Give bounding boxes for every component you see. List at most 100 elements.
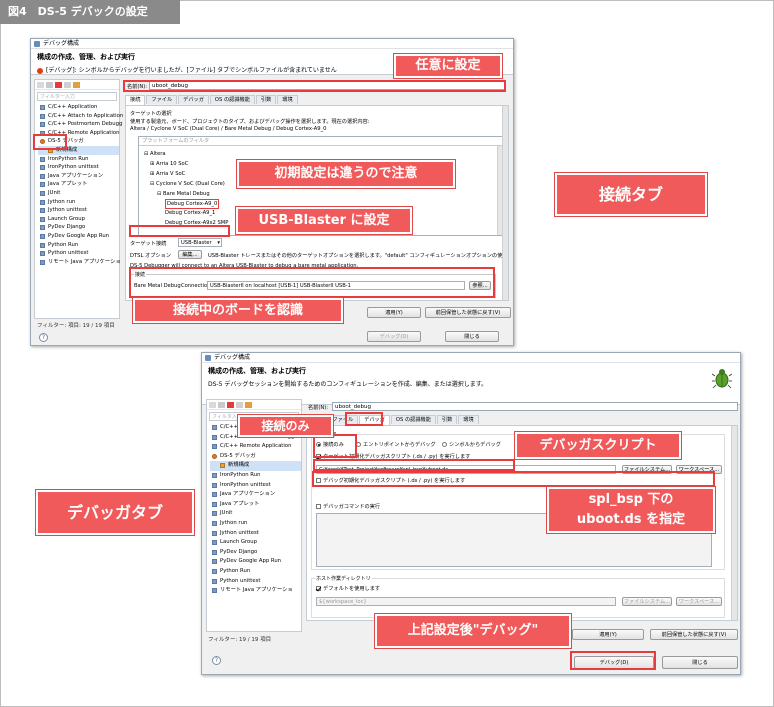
config-toolbar	[35, 80, 119, 90]
platform-node[interactable]: ⊟ Cyclone V SoC (Dual Core)	[150, 180, 225, 188]
platform-filter-input[interactable]: プラットフォームのフィルタ	[139, 137, 503, 146]
debugger-cmd-checkbox[interactable]: デバッガコマンドの実行	[316, 503, 380, 510]
host-workspace-button[interactable]: ワークスペース...	[676, 597, 722, 606]
tab-arguments[interactable]: 引数	[436, 415, 458, 424]
tab-environment[interactable]: 環境	[458, 415, 479, 424]
close-button[interactable]: 閉じる	[445, 331, 499, 342]
tree-item[interactable]: Jython unittest	[38, 206, 119, 215]
tree-item[interactable]: JUnit	[210, 509, 301, 519]
window-titlebar[interactable]: デバッグ構成	[31, 39, 513, 49]
help-icon[interactable]: ?	[39, 333, 48, 342]
tab-os-awareness[interactable]: OS の認識機能	[209, 95, 255, 104]
host-filesystem-button[interactable]: ファイルシステム...	[622, 597, 672, 606]
window-titlebar[interactable]: デバッグ構成	[202, 353, 740, 363]
name-input[interactable]: uboot_debug	[332, 402, 738, 411]
platform-node[interactable]: ⊞ Arria 10 SoC	[150, 160, 188, 168]
tree-item[interactable]: Jython run	[210, 519, 301, 529]
revert-button[interactable]: 前回保管した状態に戻す(V)	[650, 629, 738, 640]
config-tree: C/C++ Attach to Application C/C++ Postmo…	[207, 423, 301, 596]
tree-item[interactable]: JUnit	[38, 189, 119, 198]
tree-item[interactable]: Java アプレット	[38, 180, 119, 189]
collapse-icon[interactable]	[64, 82, 71, 88]
use-default-checkbox-box[interactable]	[316, 586, 321, 591]
tab-arguments[interactable]: 引数	[255, 95, 277, 104]
use-default-checkbox[interactable]: デフォルトを使用します	[316, 585, 380, 592]
filter-icon[interactable]	[73, 82, 80, 88]
tree-item[interactable]: リモート Java アプリケーショ	[210, 586, 301, 596]
callout-any-setting: 任意に設定	[394, 54, 502, 78]
tree-item[interactable]: Launch Group	[210, 538, 301, 548]
tab-os-awareness[interactable]: OS の認識機能	[390, 415, 436, 424]
duplicate-icon[interactable]	[218, 402, 225, 408]
python-icon	[212, 568, 217, 574]
revert-button[interactable]: 前回保管した状態に戻す(V)	[425, 307, 511, 318]
platform-node-selected[interactable]: Debug Cortex-A9_0	[165, 199, 220, 209]
tree-item[interactable]: C/C++ Postmortem Debugg	[38, 120, 122, 129]
tree-item[interactable]: PyDev Django	[210, 548, 301, 558]
callout-initial-differs: 初期設定は違うので注意	[237, 160, 455, 188]
tree-item[interactable]: Java アプリケーション	[38, 172, 119, 181]
debugger-cmd-checkbox-box[interactable]	[316, 504, 321, 509]
tab-environment[interactable]: 環境	[277, 95, 298, 104]
duplicate-icon[interactable]	[46, 82, 53, 88]
tree-item[interactable]: Jython unittest	[210, 529, 301, 539]
tree-item[interactable]: Python unittest	[210, 577, 301, 587]
apply-button[interactable]: 適用(Y)	[572, 629, 644, 640]
tree-item[interactable]: Python Run	[210, 567, 301, 577]
c-app-icon	[212, 434, 217, 440]
help-icon[interactable]: ?	[212, 656, 221, 665]
tree-item[interactable]: PyDev Google App Run	[210, 557, 301, 567]
tree-item[interactable]: PyDev Google App Run	[38, 232, 119, 241]
tree-item[interactable]: リモート Java アプリケーショ	[38, 258, 121, 267]
tree-item[interactable]: IronPython Run	[210, 471, 301, 481]
radio-entry-point[interactable]: エントリポイントからデバッグ	[356, 441, 436, 448]
new-config-icon[interactable]	[209, 402, 216, 408]
tree-item-ds5-debugger[interactable]: DS-5 デバッガ	[210, 452, 301, 462]
tree-item[interactable]: Java アプレット	[210, 500, 301, 510]
tree-item[interactable]: Jython run	[38, 198, 119, 207]
tree-item[interactable]: IronPython unittest	[210, 481, 301, 491]
delete-icon[interactable]	[227, 402, 234, 408]
filter-icon[interactable]	[245, 402, 252, 408]
target-connection-select[interactable]: USB-Blaster ▾	[178, 238, 222, 247]
tree-item[interactable]: Python unittest	[38, 249, 119, 258]
radio-symbol[interactable]: シンボルからデバッグ	[442, 441, 501, 448]
debug-button[interactable]: デバッグ(D)	[367, 331, 421, 342]
name-label: 名前(N):	[308, 405, 329, 411]
tab-debugger[interactable]: デバッガ	[178, 95, 209, 104]
tree-item[interactable]: Java アプリケーション	[210, 490, 301, 500]
platform-node[interactable]: ⊟ Bare Metal Debug	[157, 190, 210, 198]
radio-symbol-button[interactable]	[442, 442, 447, 447]
panel-scrollbar[interactable]	[502, 106, 508, 300]
delete-icon[interactable]	[55, 82, 62, 88]
platform-node[interactable]: ⊟ Altera	[144, 150, 166, 158]
bug-icon	[712, 369, 732, 389]
close-button[interactable]: 閉じる	[662, 656, 738, 669]
config-type-panel: フィルター入力 C/C++ Application C/C++ Attach t…	[34, 79, 123, 319]
platform-node[interactable]: ⊞ Arria V SoC	[150, 170, 185, 178]
tree-item-new-config[interactable]: 新規構成	[210, 461, 301, 471]
c-app-icon	[212, 425, 217, 430]
new-config-icon[interactable]	[37, 82, 44, 88]
panel-scrollbar[interactable]	[731, 426, 737, 620]
tree-item[interactable]: Launch Group	[38, 215, 119, 224]
tree-item[interactable]: IronPython Run	[38, 155, 119, 164]
target-group-title: ターゲットの選択	[130, 111, 172, 117]
java-icon	[40, 182, 45, 188]
tree-item[interactable]: Python Run	[38, 241, 119, 250]
collapse-icon[interactable]	[236, 402, 243, 408]
host-dir-input[interactable]: ${workspace_loc}	[316, 597, 616, 606]
tree-item[interactable]: C/C++ Remote Application	[210, 442, 301, 452]
tree-item[interactable]: C/C++ Attach to Application	[38, 112, 123, 121]
dtsl-edit-button[interactable]: 編集...	[178, 250, 202, 259]
platform-node[interactable]: Debug Cortex-A9_1	[165, 209, 215, 217]
tree-item[interactable]: PyDev Django	[38, 223, 119, 232]
tree-item[interactable]: IronPython unittest	[38, 163, 119, 172]
tab-file[interactable]: ファイル	[146, 95, 178, 104]
junit-icon	[212, 511, 217, 517]
filter-input[interactable]: フィルター入力	[37, 92, 117, 101]
tree-item[interactable]: C/C++ Application	[38, 103, 119, 112]
apply-button[interactable]: 適用(Y)	[367, 307, 421, 318]
tab-connection[interactable]: 接続	[125, 95, 146, 105]
target-description: 使用する製造元、ボード、プロジェクトのタイプ、およびデバッグ操作を選択します。現…	[130, 119, 370, 125]
